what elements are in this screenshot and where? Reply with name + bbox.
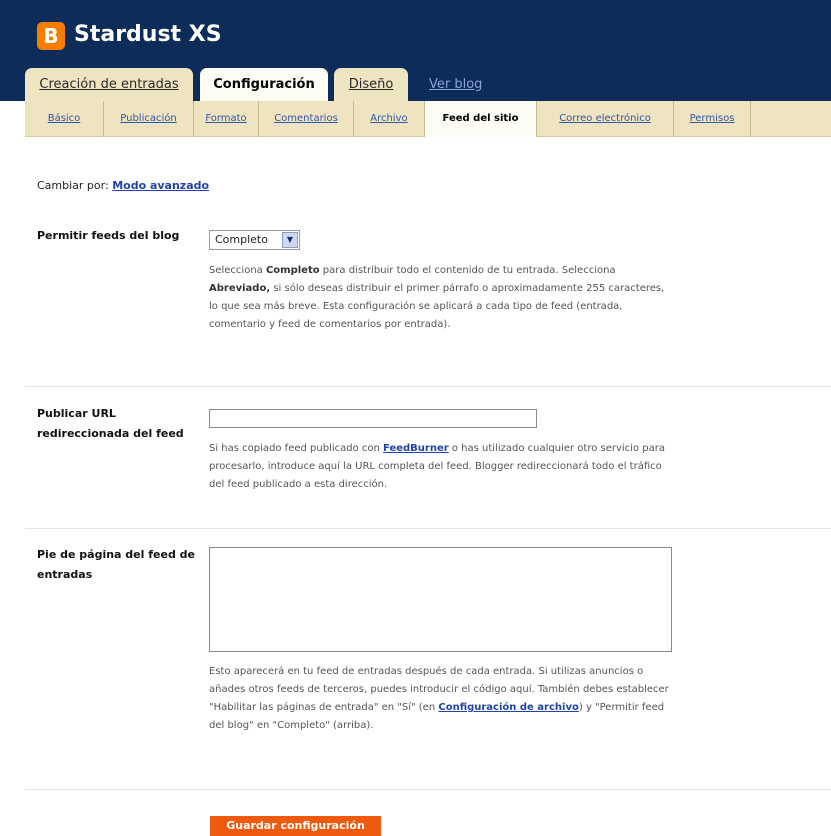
- redirect-help-text-1: Si has copiado feed publicado con: [209, 443, 384, 454]
- subnav-publishing[interactable]: Publicación: [104, 101, 194, 137]
- feeds-help-text-2: para distribuir todo el contenido de tu …: [319, 265, 616, 276]
- subnav-archiving[interactable]: Archivo: [354, 101, 425, 137]
- feeds-help-text-1: Selecciona: [209, 265, 266, 276]
- feed-type-select[interactable]: Completo ▼: [209, 230, 300, 250]
- feed-type-value: Completo: [215, 233, 268, 246]
- save-settings-button[interactable]: Guardar configuración: [210, 816, 381, 836]
- feeds-help: Selecciona Completo para distribuir todo…: [209, 262, 674, 334]
- tab-settings[interactable]: Configuración: [200, 68, 328, 101]
- tab-view-blog[interactable]: Ver blog: [429, 68, 482, 101]
- feeds-help-bold-1: Completo: [265, 265, 320, 276]
- redirect-help: Si has copiado feed publicado con FeedBu…: [209, 440, 674, 494]
- feedburner-link[interactable]: FeedBurner: [383, 443, 449, 454]
- subnav-comments[interactable]: Comentarios: [259, 101, 354, 137]
- section-divider: [25, 789, 831, 790]
- blogger-header: B Stardust XS Creación de entradas Confi…: [0, 0, 831, 101]
- feeds-help-text-3: si sólo deseas distribuir el primer párr…: [209, 283, 665, 330]
- blogger-logo-icon[interactable]: B: [37, 22, 65, 50]
- footer-feed-help: Esto aparecerá en tu feed de entradas de…: [209, 663, 674, 735]
- redirect-url-input[interactable]: [209, 409, 537, 428]
- subnav-site-feed[interactable]: Feed del sitio: [425, 101, 537, 137]
- blog-title[interactable]: Stardust XS: [74, 19, 222, 51]
- subnav-email[interactable]: Correo electrónico: [537, 101, 674, 137]
- feeds-label: Permitir feeds del blog: [37, 229, 180, 242]
- feeds-help-bold-2: Abreviado,: [209, 283, 271, 294]
- switch-mode: Cambiar por: Modo avanzado: [37, 178, 209, 194]
- section-divider: [25, 386, 831, 387]
- footer-feed-label: Pie de página del feed de entradas: [37, 548, 195, 581]
- subnav-formatting[interactable]: Formato: [194, 101, 259, 137]
- blogger-logo-letter: B: [43, 24, 59, 48]
- advanced-mode-link[interactable]: Modo avanzado: [112, 179, 209, 192]
- tab-layout[interactable]: Diseño: [334, 68, 408, 101]
- chevron-down-icon[interactable]: ▼: [282, 232, 298, 248]
- subnav-basic[interactable]: Básico: [25, 101, 104, 137]
- redirect-label: Publicar URL redireccionada del feed: [37, 407, 184, 440]
- archive-settings-link[interactable]: Configuración de archivo: [438, 702, 579, 713]
- switch-mode-prefix: Cambiar por:: [37, 179, 109, 192]
- footer-feed-textarea[interactable]: [209, 547, 672, 652]
- settings-subnav: Básico Publicación Formato Comentarios A…: [25, 101, 831, 137]
- subnav-permissions[interactable]: Permisos: [674, 101, 751, 137]
- section-divider: [25, 528, 831, 529]
- tab-posting[interactable]: Creación de entradas: [25, 68, 193, 101]
